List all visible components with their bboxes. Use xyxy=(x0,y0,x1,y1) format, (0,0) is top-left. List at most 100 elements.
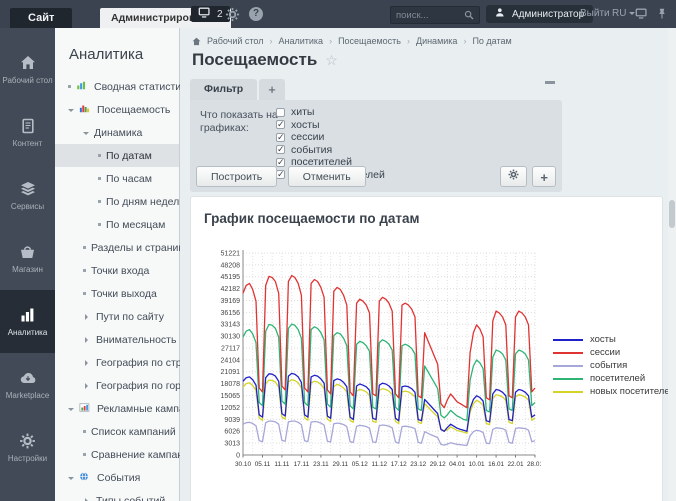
store-icon xyxy=(18,243,38,261)
breadcrumb-item[interactable]: Динамика xyxy=(416,36,457,46)
filter-tab[interactable]: Фильтр xyxy=(190,79,257,100)
filter-collapse-icon[interactable] xyxy=(545,81,555,84)
filter-settings-button[interactable] xyxy=(500,166,527,187)
bullet-icon xyxy=(83,269,86,272)
collapse-arrow-icon[interactable] xyxy=(68,408,74,414)
expand-arrow-icon[interactable] xyxy=(85,498,91,501)
legend-label: посетителей xyxy=(590,373,645,384)
search-box xyxy=(390,6,480,24)
menu-item-summary-stats[interactable]: Сводная статистика xyxy=(55,75,179,98)
breadcrumb-separator-icon: › xyxy=(270,36,273,46)
breadcrumb-item[interactable]: По датам xyxy=(472,36,511,46)
menu-item-by-hour[interactable]: По часам xyxy=(55,167,179,190)
menu-item-label: Динамика xyxy=(94,127,142,139)
favorite-star-icon[interactable]: ☆ xyxy=(325,52,338,69)
desktop-view-icon[interactable] xyxy=(634,6,650,22)
filter-checkbox-row[interactable]: события xyxy=(276,144,385,157)
cancel-button[interactable]: Отменить xyxy=(288,166,366,187)
gear-icon[interactable] xyxy=(224,6,240,22)
services-icon xyxy=(18,180,38,198)
svg-text:11.12: 11.12 xyxy=(372,461,388,468)
svg-text:9039: 9039 xyxy=(224,417,240,424)
legend-line-swatch xyxy=(553,352,583,354)
menu-item-geo-countries[interactable]: География по странам xyxy=(55,351,179,374)
rail-item-content[interactable]: Контент xyxy=(0,101,55,164)
menu-item-visits[interactable]: Посещаемость xyxy=(55,98,179,121)
menu-item-ad-campaigns[interactable]: Рекламные кампании xyxy=(55,397,179,420)
analytics-icon xyxy=(18,306,38,324)
checkbox-unchecked-icon[interactable] xyxy=(276,108,285,117)
filter-checkbox-row[interactable]: сессии xyxy=(276,131,385,144)
page-title-text: Посещаемость xyxy=(192,50,317,70)
menu-item-campaign-compare[interactable]: Сравнение кампаний xyxy=(55,443,179,466)
checkbox-checked-icon[interactable] xyxy=(276,145,285,154)
expand-arrow-icon[interactable] xyxy=(85,383,91,389)
search-input[interactable] xyxy=(391,7,469,23)
checkbox-checked-icon[interactable] xyxy=(276,120,285,129)
legend-line-swatch xyxy=(553,365,583,367)
menu-item-events[interactable]: События xyxy=(55,466,179,489)
menu-item-event-types[interactable]: Типы событий xyxy=(55,489,179,501)
pin-icon[interactable] xyxy=(654,6,670,22)
menu-item-geo-cities[interactable]: География по городам xyxy=(55,374,179,397)
breadcrumb-item[interactable]: Аналитика xyxy=(279,36,324,46)
admin-screen: Сайт Администрирование 2 ? Администратор… xyxy=(0,0,676,501)
rail-item-services[interactable]: Сервисы xyxy=(0,164,55,227)
expand-arrow-icon[interactable] xyxy=(85,337,91,343)
visits-chart: 0301360269039120521506518078210912410427… xyxy=(205,243,541,477)
menu-item-by-date[interactable]: По датам xyxy=(55,144,179,167)
site-tab[interactable]: Сайт xyxy=(10,8,72,28)
expand-arrow-icon[interactable] xyxy=(85,360,91,366)
rail-item-desktop[interactable]: Рабочий стол xyxy=(0,38,55,101)
svg-text:23.11: 23.11 xyxy=(313,461,329,468)
menu-item-campaign-list[interactable]: Список кампаний xyxy=(55,420,179,443)
search-icon[interactable] xyxy=(464,9,476,27)
add-filter-tab[interactable]: + xyxy=(259,79,285,100)
user-icon xyxy=(495,7,506,22)
menu-item-label: Типы событий xyxy=(96,495,165,501)
checkbox-checked-icon[interactable] xyxy=(276,133,285,142)
svg-text:05.12: 05.12 xyxy=(352,461,368,468)
expand-arrow-icon[interactable] xyxy=(85,314,91,320)
logout-link[interactable]: Выйти xyxy=(580,8,610,19)
analytics-menu: Аналитика Сводная статистикаПосещаемость… xyxy=(55,28,180,501)
rail-item-analytics[interactable]: Аналитика xyxy=(0,290,55,353)
filter-checkbox-row[interactable]: хиты xyxy=(276,106,385,119)
menu-item-entry-points[interactable]: Точки входа xyxy=(55,259,179,282)
bullet-icon xyxy=(83,453,86,456)
breadcrumb-item[interactable]: Рабочий стол xyxy=(207,36,264,46)
breadcrumb-item[interactable]: Посещаемость xyxy=(338,36,401,46)
svg-text:42182: 42182 xyxy=(221,286,241,293)
collapse-arrow-icon[interactable] xyxy=(68,477,74,483)
current-user-label: Администратор xyxy=(512,9,584,20)
collapse-arrow-icon[interactable] xyxy=(68,109,74,115)
filter-checkbox-row[interactable]: хосты xyxy=(276,119,385,132)
scrollbar-thumb[interactable] xyxy=(669,200,675,228)
legend-row: хосты xyxy=(553,333,675,346)
svg-text:16.01: 16.01 xyxy=(488,461,504,468)
menu-item-site-paths[interactable]: Пути по сайту xyxy=(55,305,179,328)
current-user-button[interactable]: Администратор xyxy=(486,5,593,23)
collapse-arrow-icon[interactable] xyxy=(83,132,89,138)
menu-item-by-month[interactable]: По месяцам xyxy=(55,213,179,236)
filter-tabs: Фильтр + xyxy=(190,79,285,100)
rail-item-marketplace[interactable]: Marketplace xyxy=(0,353,55,416)
menu-item-sections-pages[interactable]: Разделы и страницы xyxy=(55,236,179,259)
svg-text:28.01: 28.01 xyxy=(527,461,541,468)
rail-item-settings[interactable]: Настройки xyxy=(0,416,55,479)
rail-item-store[interactable]: Магазин xyxy=(0,227,55,290)
add-field-button[interactable]: + xyxy=(532,166,556,187)
menu-item-label: По датам xyxy=(106,150,152,162)
menu-item-exit-points[interactable]: Точки выхода xyxy=(55,282,179,305)
rail-item-label: Аналитика xyxy=(8,328,48,337)
menu-item-label: Точки входа xyxy=(91,265,149,277)
language-selector[interactable]: RU xyxy=(612,8,635,19)
menu-item-dynamics[interactable]: Динамика xyxy=(55,121,179,144)
plus-icon: + xyxy=(540,170,548,185)
svg-text:15065: 15065 xyxy=(221,393,241,400)
svg-text:12052: 12052 xyxy=(221,405,241,412)
build-button[interactable]: Построить xyxy=(196,166,277,187)
menu-item-by-weekday[interactable]: По дням недели xyxy=(55,190,179,213)
menu-item-attention[interactable]: Внимательность xyxy=(55,328,179,351)
help-icon[interactable]: ? xyxy=(248,6,264,22)
